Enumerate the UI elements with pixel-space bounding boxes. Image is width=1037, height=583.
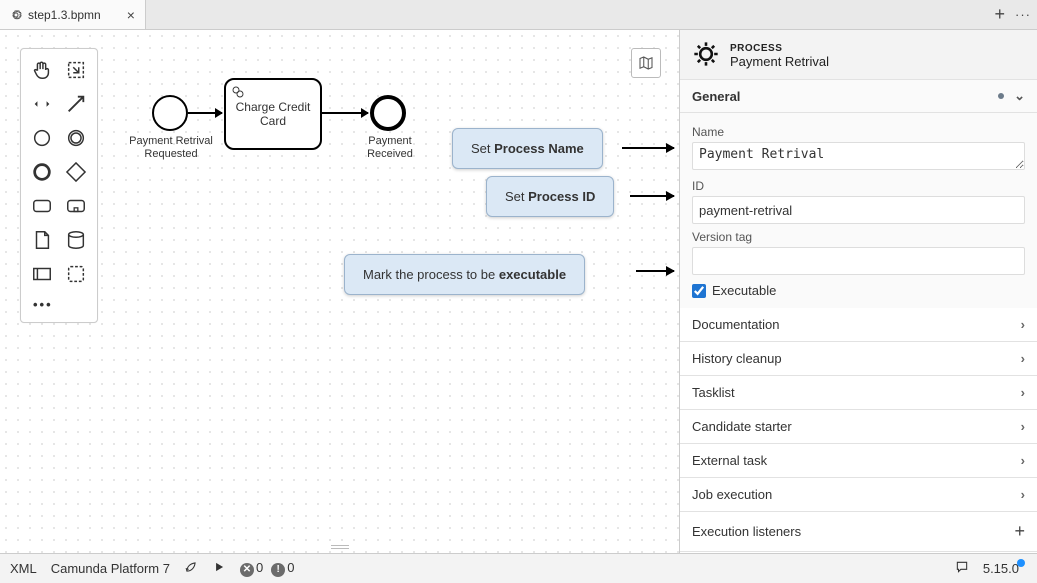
section-label: External task [692, 453, 767, 468]
chevron-right-icon[interactable]: › [1021, 419, 1025, 434]
feedback-icon[interactable] [955, 560, 969, 577]
more-tools[interactable]: ••• [27, 293, 91, 316]
close-icon[interactable]: × [127, 7, 135, 23]
id-input[interactable] [692, 196, 1025, 224]
subprocess-tool[interactable] [61, 191, 91, 221]
service-task-icon [230, 84, 246, 103]
connect-tool[interactable] [61, 89, 91, 119]
name-input[interactable] [692, 142, 1025, 170]
executable-label: Executable [712, 283, 776, 298]
platform-label[interactable]: Camunda Platform 7 [51, 561, 170, 576]
tab-bar: step1.3.bpmn × + ··· [0, 0, 1037, 30]
warnings-indicator[interactable]: !0 [271, 560, 294, 577]
service-task[interactable]: Charge Credit Card [224, 78, 322, 150]
annotation-process-id: Set Process ID [486, 176, 614, 217]
section-execution-listeners[interactable]: Execution listeners + [680, 512, 1037, 552]
properties-panel: PROCESS Payment Retrival General ⌄ Name … [679, 30, 1037, 553]
annotation-process-name: Set Process Name [452, 128, 603, 169]
tool-palette: ••• [20, 48, 98, 323]
chevron-right-icon[interactable]: › [1021, 317, 1025, 332]
sequence-flow-2[interactable] [322, 112, 368, 114]
section-label: Job execution [692, 487, 772, 502]
chevron-right-icon[interactable]: › [1021, 453, 1025, 468]
overflow-menu-icon[interactable]: ··· [1015, 7, 1031, 22]
plus-icon[interactable]: + [1014, 521, 1025, 542]
file-tab[interactable]: step1.3.bpmn × [0, 0, 146, 29]
name-label: Name [692, 125, 1025, 139]
start-event-tool[interactable] [27, 123, 57, 153]
task-label: Charge Credit Card [232, 100, 314, 128]
participant-tool[interactable] [27, 259, 57, 289]
status-bar: XML Camunda Platform 7 ✕0 !0 5.15.0 [0, 553, 1037, 583]
section-tasklist[interactable]: Tasklist › [680, 376, 1037, 410]
properties-header: PROCESS Payment Retrival [680, 30, 1037, 80]
end-event-label: Payment Received [360, 135, 420, 161]
gear-icon [10, 9, 22, 21]
deploy-icon[interactable] [184, 560, 198, 577]
data-object-tool[interactable] [27, 225, 57, 255]
section-history-cleanup[interactable]: History cleanup › [680, 342, 1037, 376]
section-label: Execution listeners [692, 524, 801, 539]
annotation-arrow-3 [636, 270, 674, 272]
xml-toggle[interactable]: XML [10, 561, 37, 576]
intermediate-event-tool[interactable] [61, 123, 91, 153]
lasso-tool[interactable] [61, 55, 91, 85]
annotation-arrow-1 [622, 147, 674, 149]
annotation-executable: Mark the process to be executable [344, 254, 585, 295]
panel-resize-handle[interactable] [322, 545, 358, 551]
end-event[interactable] [370, 95, 406, 131]
version-tag-input[interactable] [692, 247, 1025, 275]
section-candidate-starter[interactable]: Candidate starter › [680, 410, 1037, 444]
chevron-right-icon[interactable]: › [1021, 487, 1025, 502]
minimap-toggle[interactable] [631, 48, 661, 78]
run-icon[interactable] [212, 560, 226, 577]
space-tool[interactable] [27, 89, 57, 119]
section-label: History cleanup [692, 351, 782, 366]
chevron-right-icon[interactable]: › [1021, 351, 1025, 366]
errors-indicator[interactable]: ✕0 [240, 560, 263, 577]
diagram-canvas[interactable]: ••• Payment Retrival Requested Charge Cr… [0, 30, 679, 553]
section-label: Documentation [692, 317, 779, 332]
id-label: ID [692, 179, 1025, 193]
section-label: Tasklist [692, 385, 735, 400]
executable-checkbox[interactable] [692, 284, 706, 298]
warning-icon: ! [271, 563, 285, 577]
gateway-tool[interactable] [61, 157, 91, 187]
annotation-arrow-2 [630, 195, 674, 197]
start-event[interactable] [152, 95, 188, 131]
version-tag-label: Version tag [692, 230, 1025, 244]
new-tab-button[interactable]: + [994, 4, 1005, 25]
process-icon [692, 40, 720, 71]
section-job-execution[interactable]: Job execution › [680, 478, 1037, 512]
section-documentation[interactable]: Documentation › [680, 308, 1037, 342]
group-tool[interactable] [61, 259, 91, 289]
chevron-down-icon: ⌄ [1014, 88, 1025, 104]
section-extension-properties[interactable]: Extension properties+ [680, 552, 1037, 553]
section-label: Candidate starter [692, 419, 792, 434]
end-event-tool[interactable] [27, 157, 57, 187]
hand-tool[interactable] [27, 55, 57, 85]
start-event-label: Payment Retrival Requested [126, 135, 216, 161]
sequence-flow-1[interactable] [188, 112, 222, 114]
element-type: PROCESS [730, 43, 829, 54]
section-external-task[interactable]: External task › [680, 444, 1037, 478]
section-general[interactable]: General ⌄ [680, 80, 1037, 113]
error-icon: ✕ [240, 563, 254, 577]
dirty-indicator-icon [998, 93, 1004, 99]
task-tool[interactable] [27, 191, 57, 221]
version-label[interactable]: 5.15.0 [983, 561, 1027, 576]
element-name: Payment Retrival [730, 54, 829, 69]
chevron-right-icon[interactable]: › [1021, 385, 1025, 400]
data-store-tool[interactable] [61, 225, 91, 255]
tab-title: step1.3.bpmn [28, 8, 101, 22]
update-dot-icon [1017, 559, 1025, 567]
section-general-body: Name ID Version tag Executable [680, 113, 1037, 308]
